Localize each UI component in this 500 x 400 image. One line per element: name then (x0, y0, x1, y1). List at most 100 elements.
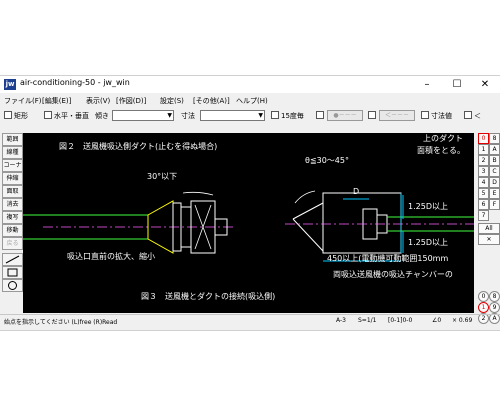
horiz-vert-label: 水平・垂直 (54, 112, 89, 120)
dim-combo[interactable]: ▼ (200, 110, 265, 121)
lt-checkbox[interactable] (464, 111, 472, 119)
deg15-toggle[interactable]: 15度毎 (271, 111, 304, 121)
status-bar: 始点を指示してください (L)free (R)Read A-3 S=1/1 [0… (0, 314, 500, 327)
layer-readout[interactable]: [0-1]0-0 (388, 317, 412, 324)
angle-readout[interactable]: ∠0 (432, 317, 441, 324)
fig2-caption: 図２ 送風機吸込側ダクト(止むを得ぬ場合) (59, 142, 218, 151)
tool-line-icon[interactable] (2, 253, 23, 266)
horiz-vert-toggle[interactable]: 水平・垂直 (44, 111, 89, 121)
group-key-9[interactable]: 9 (489, 302, 500, 313)
angle-left-label: 30°以下 (147, 172, 178, 181)
layer-key-a[interactable]: A (489, 144, 500, 155)
dimval-checkbox[interactable] (421, 111, 429, 119)
swap-icon: ✕ (486, 236, 492, 243)
arrow-toggle[interactable] (368, 111, 378, 120)
angle-right-label: θ≦30～45° (305, 156, 349, 165)
close-button[interactable]: ✕ (470, 76, 500, 93)
menu-other[interactable]: [その他(A)] (193, 96, 230, 106)
jw-cad-window: jw air-conditioning-50 - jw_win – ☐ ✕ ファ… (0, 75, 500, 331)
tool-undo[interactable]: 戻る (2, 237, 23, 250)
menu-help[interactable]: ヘルプ(H) (236, 96, 268, 106)
tool-circle-icon[interactable] (2, 279, 23, 292)
drawing-geometry (23, 190, 474, 262)
arrow-checkbox[interactable] (368, 111, 376, 119)
menu-view[interactable]: 表示(V) (86, 96, 110, 106)
tool-rect-icon[interactable] (2, 266, 23, 279)
horiz-vert-checkbox[interactable] (44, 111, 52, 119)
deg15-label: 15度毎 (281, 112, 304, 120)
layer-key-8[interactable]: 8 (489, 133, 500, 144)
layer-key-4[interactable]: 4 (478, 177, 489, 188)
layer-key-b[interactable]: B (489, 155, 500, 166)
pen-checkbox[interactable] (316, 111, 324, 119)
menu-settings[interactable]: 設定(S) (160, 96, 184, 106)
layer-key-3[interactable]: 3 (478, 166, 489, 177)
layer-key-7[interactable]: 7 (478, 210, 489, 221)
deg15-checkbox[interactable] (271, 111, 279, 119)
dim-label: 寸法 (181, 112, 195, 120)
layer-key-6[interactable]: 6 (478, 199, 489, 210)
slope-combo[interactable]: ▼ (112, 110, 174, 121)
layer-key-c[interactable]: C (489, 166, 500, 177)
layer-key-0[interactable]: 0 (478, 133, 489, 144)
minimize-button[interactable]: – (412, 76, 442, 93)
title-bar[interactable]: jw air-conditioning-50 - jw_win – ☐ ✕ (0, 76, 500, 93)
corner-text-mid: 面積をとる。 (417, 146, 465, 155)
rectangle-icon (7, 268, 18, 277)
note-450: 450以上(電動機可動範囲150mm (327, 254, 449, 263)
left-tool-palette: 範囲 線種 コーナー 伸縮 面取 消去 複写 移動 戻る (0, 133, 23, 313)
menu-file[interactable]: ファイル(F) (4, 96, 42, 106)
line-icon (5, 255, 20, 264)
lt-label: ＜ (474, 112, 481, 120)
jw-app-icon: jw (4, 79, 16, 90)
lt-toggle[interactable]: ＜ (464, 111, 481, 121)
layer-key-5[interactable]: 5 (478, 188, 489, 199)
tool-corner[interactable]: コーナー (2, 159, 23, 180)
slope-label: 傾き (95, 112, 109, 120)
layer-key-1[interactable]: 1 (478, 144, 489, 155)
tool-line-type[interactable]: 線種 (2, 146, 23, 159)
group-key-1[interactable]: 1 (478, 302, 489, 313)
left-duct-drawing (23, 191, 233, 254)
note-chamber: 両吸込送風機の吸込チャンバーの (333, 270, 453, 279)
layer-key-f[interactable]: F (489, 199, 500, 210)
note-expand: 吸込口直前の拡大、縮小 (67, 252, 155, 261)
dim-125-bottom: 1.25D以上 (408, 238, 448, 247)
menu-draw[interactable]: [作図(D)] (116, 96, 146, 106)
circle-icon (8, 281, 17, 290)
right-layer-palette: 0 8 1 A 2 B 3 C 4 D 5 E 6 F 7 All ✕ 0 8 … (476, 133, 500, 330)
menu-edit[interactable]: [編集(E)] (42, 96, 71, 106)
maximize-button[interactable]: ☐ (442, 76, 472, 93)
status-message: 始点を指示してください (L)free (R)Read (4, 319, 118, 326)
scale-readout[interactable]: S=1/1 (358, 317, 377, 324)
tool-erase[interactable]: 消去 (2, 198, 23, 211)
paper-size[interactable]: A-3 (336, 317, 346, 324)
dim-d-label: D (353, 187, 360, 196)
group-key-0[interactable]: 0 (478, 291, 489, 302)
pen-style-button[interactable]: ●－－－ (327, 110, 363, 121)
arrow-style-button[interactable]: ＜－－－ (379, 110, 415, 121)
layer-key-d[interactable]: D (489, 177, 500, 188)
tool-chamfer[interactable]: 面取 (2, 185, 23, 198)
layer-key-e[interactable]: E (489, 188, 500, 199)
layer-key-2[interactable]: 2 (478, 155, 489, 166)
tool-range[interactable]: 範囲 (2, 133, 23, 146)
menu-bar: ファイル(F) [編集(E)] 表示(V) [作図(D)] 設定(S) [その他… (0, 94, 500, 107)
layer-toggle-button[interactable]: ✕ (478, 234, 500, 245)
dimval-toggle[interactable]: 寸法値 (421, 111, 452, 121)
drawing-canvas[interactable]: 図２ 送風機吸込側ダクト(止むを得ぬ場合) 上のダクト 面積をとる。 30°以下… (23, 133, 474, 313)
tool-stretch[interactable]: 伸縮 (2, 172, 23, 185)
rect-toggle[interactable]: 矩形 (4, 111, 28, 121)
chevron-down-icon: ▼ (258, 112, 263, 119)
layer-all-button[interactable]: All (478, 223, 500, 234)
line-toolbar: 矩形 水平・垂直 傾き ▼ 寸法 ▼ 15度毎 ●－－－ ＜－－－ 寸法値 ＜ (0, 108, 500, 122)
rect-checkbox[interactable] (4, 111, 12, 119)
tool-move[interactable]: 移動 (2, 224, 23, 237)
pen-toggle[interactable] (316, 111, 326, 120)
group-key-8[interactable]: 8 (489, 291, 500, 302)
tool-copy[interactable]: 複写 (2, 211, 23, 224)
window-title: air-conditioning-50 - jw_win (20, 78, 130, 87)
chevron-down-icon: ▼ (167, 112, 172, 119)
dim-125-top: 1.25D以上 (408, 202, 448, 211)
zoom-readout[interactable]: × 0.69 (452, 317, 472, 324)
